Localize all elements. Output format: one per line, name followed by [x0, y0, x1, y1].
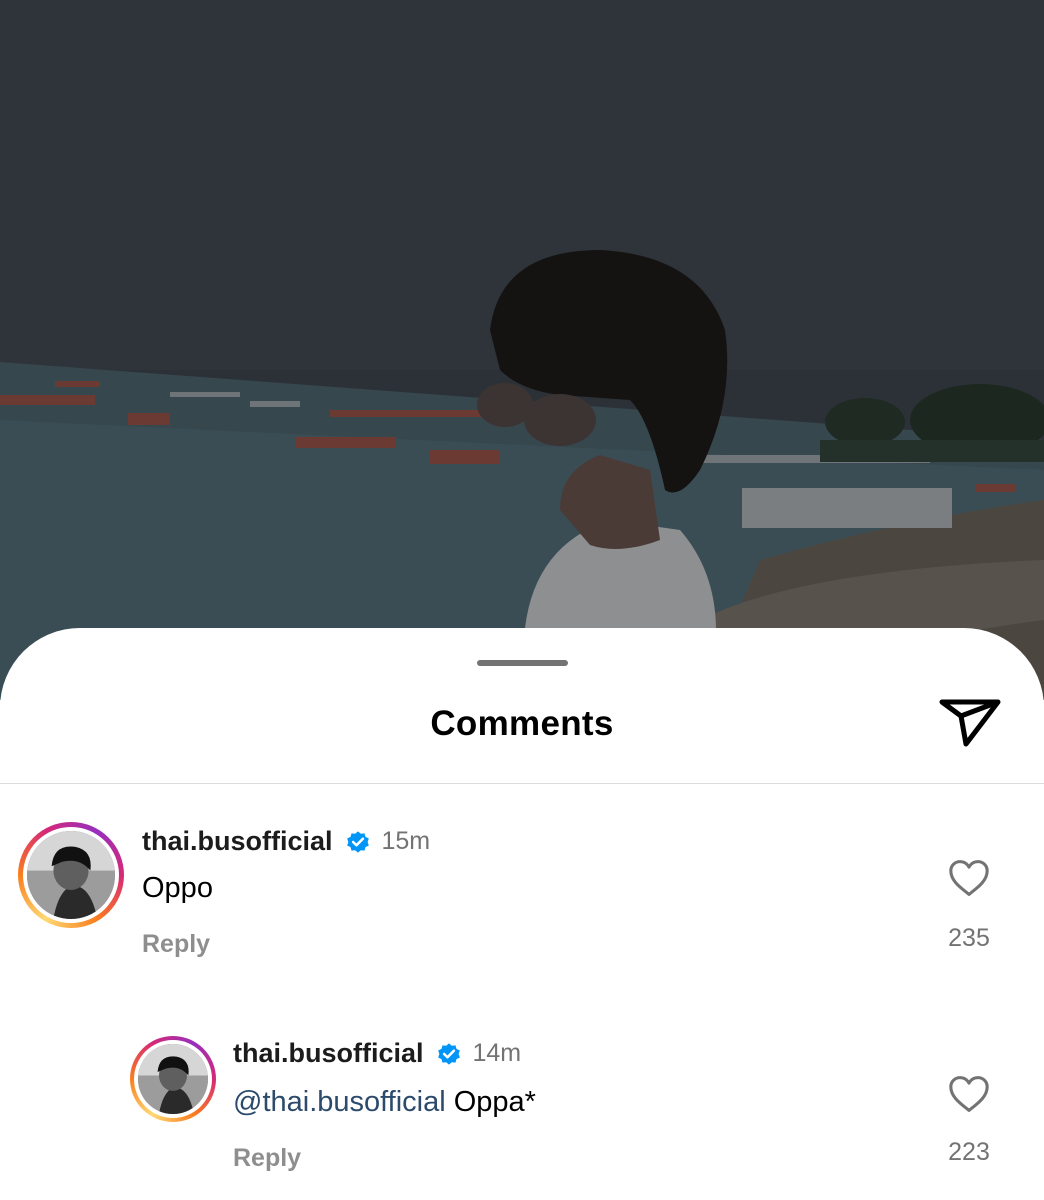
username[interactable]: thai.busofficial: [233, 1038, 424, 1068]
verified-badge-icon: [345, 829, 371, 855]
heart-outline-icon[interactable]: [944, 858, 994, 898]
comment-time: 15m: [381, 827, 431, 855]
avatar[interactable]: [18, 822, 124, 928]
comment-time: 14m: [472, 1039, 522, 1067]
comment-text: Oppo: [142, 872, 213, 905]
send-icon[interactable]: [934, 694, 1004, 754]
avatar[interactable]: [130, 1036, 216, 1122]
reply-button[interactable]: Reply: [142, 930, 210, 959]
mention-link[interactable]: @thai.busofficial: [233, 1086, 446, 1118]
comment-meta: thai.busofficial 14m: [233, 1038, 521, 1078]
drag-handle[interactable]: [477, 660, 568, 666]
reply-button[interactable]: Reply: [233, 1144, 301, 1173]
like-count: 223: [948, 1138, 990, 1166]
username[interactable]: thai.busofficial: [142, 826, 333, 856]
reply-comment-item: thai.busofficial 14m @thai.busofficial O…: [0, 1036, 1044, 1200]
comment-meta: thai.busofficial 15m: [142, 826, 430, 866]
sheet-title: Comments: [430, 704, 614, 743]
comment-text: @thai.busofficial Oppa*: [233, 1086, 536, 1119]
comment-body: Oppa*: [445, 1086, 536, 1118]
like-count: 235: [948, 924, 990, 952]
comment-item: thai.busofficial 15m Oppo Reply 235: [0, 822, 1044, 972]
heart-outline-icon[interactable]: [944, 1074, 994, 1114]
post-photo-backdrop: [0, 0, 1044, 700]
comment-body: Oppo: [142, 872, 213, 904]
verified-badge-icon: [436, 1041, 462, 1067]
header-divider: [0, 783, 1044, 784]
